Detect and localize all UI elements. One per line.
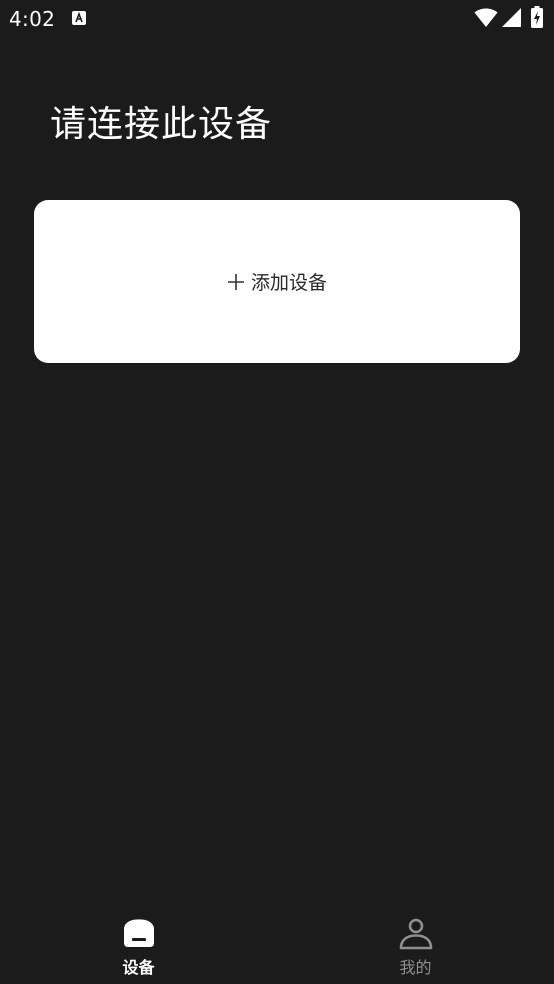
nav-tab-devices[interactable]: 设备 xyxy=(0,904,277,984)
plus-icon xyxy=(227,273,244,290)
status-bar: 4:02 xyxy=(0,0,554,38)
page-title: 请连接此设备 xyxy=(50,104,273,145)
wifi-icon xyxy=(474,8,498,27)
nav-label-mine: 我的 xyxy=(399,958,432,977)
person-icon xyxy=(399,918,432,950)
screen: 4:02 请连接此设备 添加设备 设备 我的 xyxy=(0,0,554,984)
status-time: 4:02 xyxy=(9,7,56,31)
add-device-content: 添加设备 xyxy=(227,268,327,295)
bottom-nav: 设备 我的 xyxy=(0,904,554,984)
nav-label-devices: 设备 xyxy=(122,958,155,977)
signal-icon xyxy=(502,8,521,27)
battery-charging-icon xyxy=(531,6,543,28)
add-device-label: 添加设备 xyxy=(250,272,327,294)
device-icon xyxy=(123,919,154,947)
nav-tab-mine[interactable]: 我的 xyxy=(277,904,554,984)
notification-app-icon xyxy=(72,11,86,25)
add-device-button[interactable]: 添加设备 xyxy=(34,200,520,363)
